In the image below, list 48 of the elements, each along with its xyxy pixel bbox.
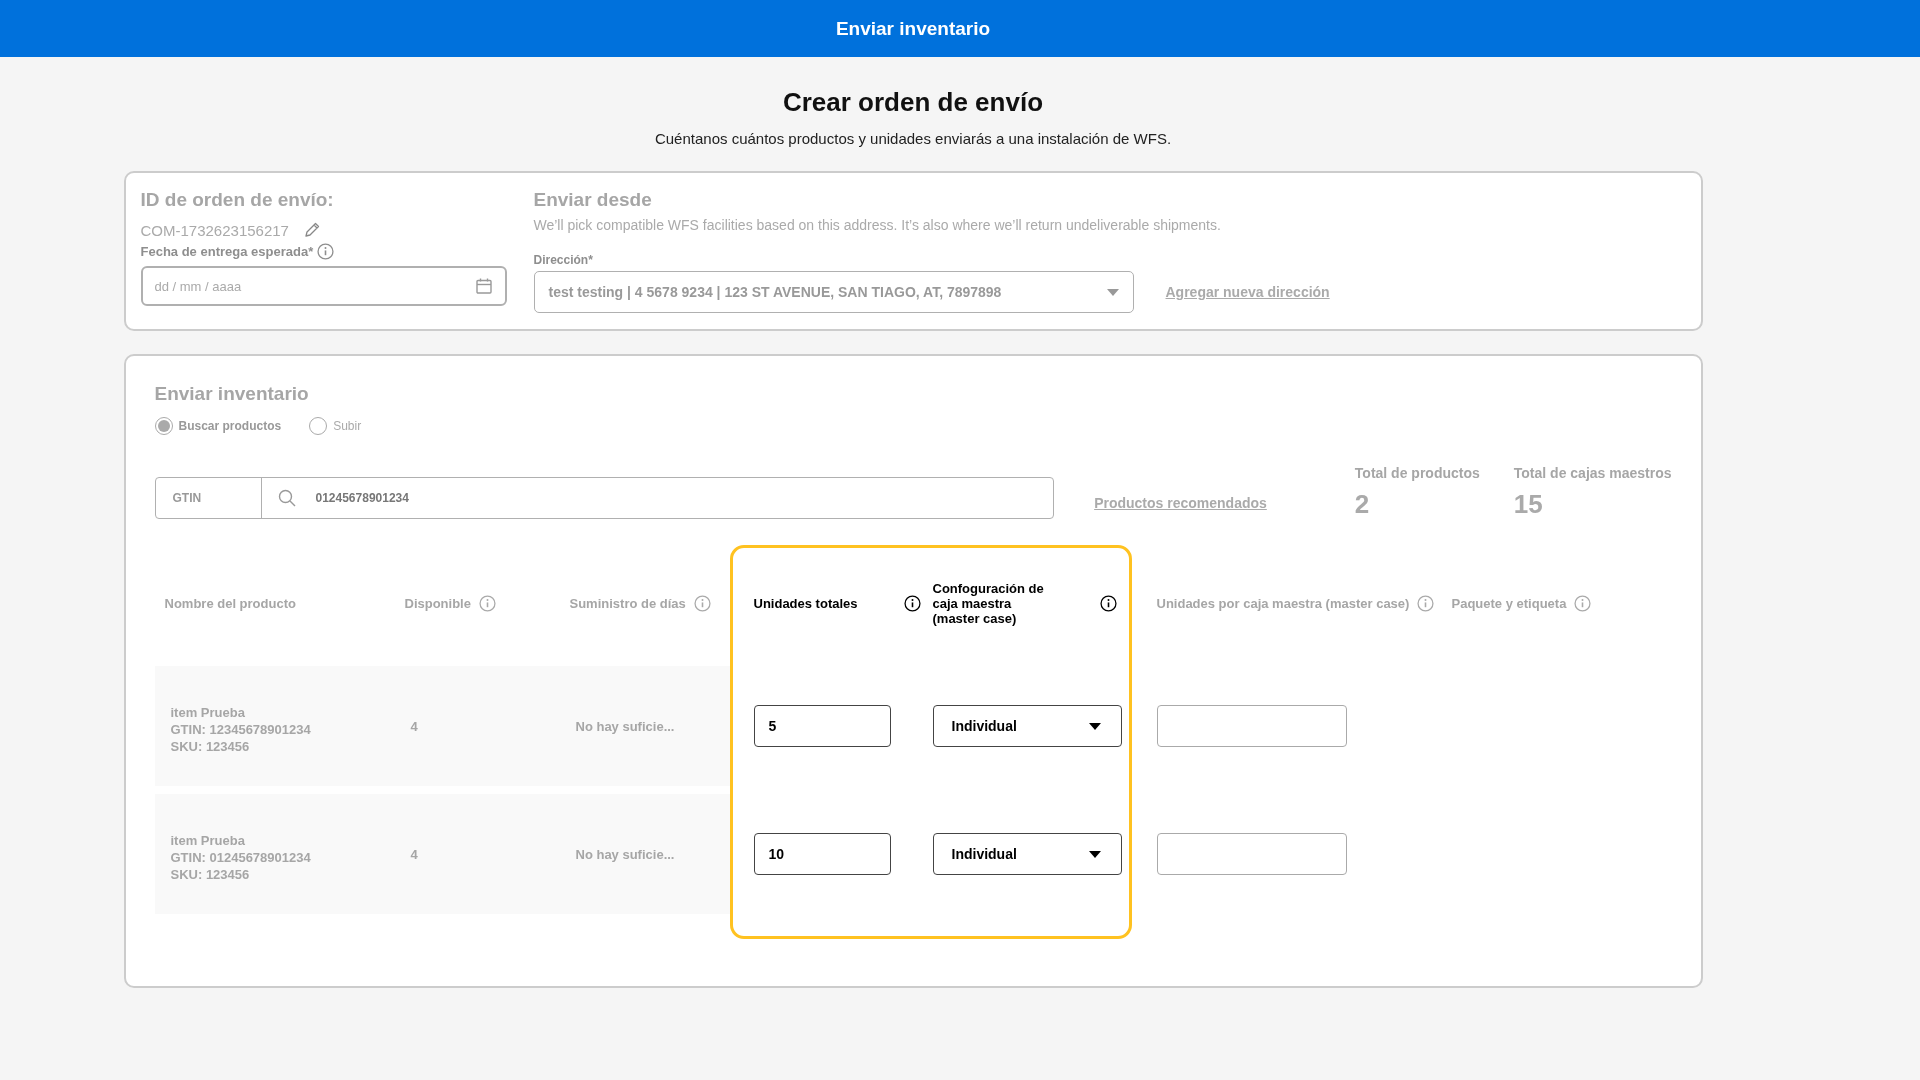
table-cell: No hay suficie... bbox=[559, 794, 730, 914]
dropdown[interactable]: Individual bbox=[932, 705, 1122, 747]
add-address-link[interactable]: Agregar nueva dirección bbox=[1165, 284, 1330, 300]
info-icon[interactable] bbox=[1099, 594, 1117, 612]
column-header: Unidades por caja maestra (master case) bbox=[1156, 595, 1410, 611]
caret-icon bbox=[1088, 722, 1101, 730]
column-header: Nombre del producto bbox=[164, 595, 296, 611]
header-title: Enviar inventario bbox=[835, 17, 991, 40]
column-header: Suministro de días bbox=[569, 595, 686, 611]
search-icon bbox=[277, 489, 296, 507]
search-field[interactable]: GTIN 01245678901234 bbox=[154, 477, 1055, 519]
section-title: Enviar desde bbox=[533, 189, 653, 211]
page-subtitle: Cuéntanos cuántos productos y unidades enviarás a una instalación de WFS. bbox=[654, 130, 1172, 147]
column-header: Disponible bbox=[404, 595, 471, 611]
input-field[interactable] bbox=[1156, 833, 1347, 875]
product-cell: item Prueba GTIN: 01245678901234 SKU: 123456 bbox=[154, 794, 395, 914]
address-dropdown[interactable]: test testing | 4 5678 9234 | 123 ST AVENUE, SAN TIAGO, AT, 7897898 bbox=[533, 271, 1134, 313]
total-label: Total de cajas maestros bbox=[1513, 465, 1672, 481]
input-field[interactable]: 5 bbox=[753, 705, 891, 747]
table-cell: 4 bbox=[394, 794, 560, 914]
radio-label[interactable]: Buscar productos bbox=[178, 419, 282, 433]
field-label: Dirección* bbox=[533, 253, 594, 267]
section-title: Enviar inventario bbox=[154, 383, 310, 405]
recommended-products-link[interactable]: Productos recomendados bbox=[1094, 495, 1267, 511]
column-header: Confoguración de caja maestra (master case) bbox=[932, 580, 1045, 626]
order-id: COM-1732623156217 bbox=[140, 221, 289, 239]
product-cell: item Prueba GTIN: 12345678901234 SKU: 123456 bbox=[154, 666, 395, 786]
total-value: 15 bbox=[1513, 489, 1544, 520]
total-value: 2 bbox=[1354, 489, 1371, 520]
table-cell: 4 bbox=[394, 666, 560, 786]
caret-icon bbox=[1106, 288, 1119, 296]
page-title: Crear orden de envío bbox=[782, 87, 1044, 118]
input-field[interactable]: 10 bbox=[753, 833, 891, 875]
column-header: Unidades totales bbox=[753, 595, 858, 611]
field-label: Fecha de entrega esperada* bbox=[140, 244, 314, 259]
date-field[interactable]: dd / mm / aaaa bbox=[140, 266, 507, 306]
input-field[interactable] bbox=[1156, 705, 1347, 747]
edit-icon[interactable] bbox=[302, 221, 321, 239]
calendar-icon[interactable] bbox=[474, 277, 493, 295]
info-icon[interactable] bbox=[903, 594, 921, 612]
table-cell: No hay suficie... bbox=[559, 666, 730, 786]
section-description: We’ll pick compatible WFS facilities based on this address. It’s also where we’ll return undeliverable shipments. bbox=[533, 217, 1222, 233]
section-title: ID de orden de envío: bbox=[140, 189, 335, 211]
dropdown[interactable]: Individual bbox=[932, 833, 1122, 875]
caret-icon bbox=[1088, 850, 1101, 858]
column-header: Paquete y etiqueta bbox=[1451, 595, 1567, 611]
radio-label[interactable]: Subir bbox=[333, 419, 362, 433]
total-label: Total de productos bbox=[1354, 465, 1480, 481]
